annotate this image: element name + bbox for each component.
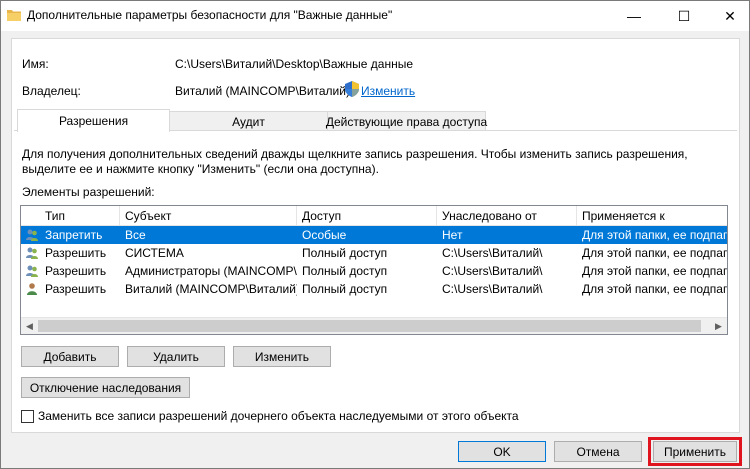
change-owner-link[interactable]: Изменить xyxy=(361,84,415,98)
table-row[interactable]: Разрешить Администраторы (MAINCOMP\... П… xyxy=(21,262,727,280)
grid-header: Тип Субъект Доступ Унаследовано от Приме… xyxy=(21,206,727,226)
cell-access: Полный доступ xyxy=(302,246,388,260)
add-button[interactable]: Добавить xyxy=(21,346,119,367)
cell-applies: Для этой папки, ее подпапок и файлов xyxy=(582,264,727,278)
tab-effective-access-label: Действующие права доступа xyxy=(325,114,488,129)
title-bar[interactable]: Дополнительные параметры безопасности дл… xyxy=(1,1,749,31)
folder-icon xyxy=(7,10,21,21)
window-title: Дополнительные параметры безопасности дл… xyxy=(27,8,393,22)
name-label: Имя: xyxy=(22,57,49,71)
users-icon xyxy=(26,265,38,277)
cell-type: Разрешить xyxy=(45,282,107,296)
cell-access: Особые xyxy=(302,228,347,242)
cell-access: Полный доступ xyxy=(302,264,388,278)
tab-permissions[interactable]: Разрешения xyxy=(17,109,170,132)
scroll-right-icon[interactable]: ▶ xyxy=(710,318,727,334)
minimize-icon: — xyxy=(627,8,641,24)
table-row[interactable]: Разрешить Виталий (MAINCOMP\Виталий) Пол… xyxy=(21,280,727,298)
security-dialog: Дополнительные параметры безопасности дл… xyxy=(0,0,750,469)
cell-type: Разрешить xyxy=(45,264,107,278)
cell-type: Разрешить xyxy=(45,246,107,260)
table-row[interactable]: Запретить Все Особые Нет Для этой папки,… xyxy=(21,226,727,244)
owner-value: Виталий (MAINCOMP\Виталий) xyxy=(175,84,350,98)
cell-applies: Для этой папки, ее подпапок и файлов xyxy=(582,282,727,296)
tab-effective-access[interactable]: Действующие права доступа xyxy=(325,111,488,131)
close-icon: ✕ xyxy=(724,7,736,24)
scrollbar-thumb[interactable] xyxy=(38,320,701,332)
users-icon xyxy=(26,229,38,241)
column-access[interactable]: Доступ xyxy=(297,206,437,226)
replace-permissions-label: Заменить все записи разрешений дочернего… xyxy=(38,409,519,423)
entries-label: Элементы разрешений: xyxy=(22,185,155,199)
cell-subject: СИСТЕМА xyxy=(125,246,184,260)
tab-permissions-label: Разрешения xyxy=(58,114,129,128)
permissions-grid[interactable]: Тип Субъект Доступ Унаследовано от Приме… xyxy=(20,205,728,335)
column-inherited[interactable]: Унаследовано от xyxy=(437,206,577,226)
scroll-left-icon[interactable]: ◀ xyxy=(21,318,38,334)
ok-button[interactable]: OK xyxy=(458,441,546,462)
cell-subject: Администраторы (MAINCOMP\... xyxy=(125,264,297,278)
cell-inherited: Нет xyxy=(442,228,463,242)
tab-audit[interactable]: Аудит xyxy=(169,111,328,131)
cell-type: Запретить xyxy=(45,228,103,242)
panel-description: Для получения дополнительных сведений дв… xyxy=(22,147,688,176)
maximize-button[interactable]: ☐ xyxy=(661,1,707,31)
cell-applies: Для этой папки, ее подпапок и файлов xyxy=(582,228,727,242)
cell-inherited: C:\Users\Виталий\ xyxy=(442,264,543,278)
remove-button[interactable]: Удалить xyxy=(127,346,225,367)
cell-applies: Для этой папки, ее подпапок и файлов xyxy=(582,246,727,260)
apply-highlight-frame xyxy=(648,437,742,466)
shield-icon xyxy=(345,81,359,97)
owner-label: Владелец: xyxy=(22,84,81,98)
cell-access: Полный доступ xyxy=(302,282,388,296)
user-icon xyxy=(27,283,37,295)
disable-inheritance-button[interactable]: Отключение наследования xyxy=(21,377,190,398)
close-button[interactable]: ✕ xyxy=(707,1,750,31)
name-value: C:\Users\Виталий\Desktop\Важные данные xyxy=(175,57,414,71)
cell-subject: Виталий (MAINCOMP\Виталий) xyxy=(125,282,297,296)
cell-subject: Все xyxy=(125,228,146,242)
minimize-button[interactable]: — xyxy=(611,1,657,31)
column-type[interactable]: Тип xyxy=(40,206,120,226)
table-row[interactable]: Разрешить СИСТЕМА Полный доступ C:\Users… xyxy=(21,244,727,262)
edit-button[interactable]: Изменить xyxy=(233,346,331,367)
tab-audit-label: Аудит xyxy=(232,114,265,129)
cancel-button[interactable]: Отмена xyxy=(554,441,642,462)
replace-permissions-checkbox[interactable] xyxy=(21,410,34,423)
maximize-icon: ☐ xyxy=(677,7,691,24)
horizontal-scrollbar[interactable]: ◀ ▶ xyxy=(21,317,727,334)
column-subject[interactable]: Субъект xyxy=(120,206,297,226)
cell-inherited: C:\Users\Виталий\ xyxy=(442,282,543,296)
column-applies[interactable]: Применяется к xyxy=(577,206,727,226)
cell-inherited: C:\Users\Виталий\ xyxy=(442,246,543,260)
dialog-content: Имя: C:\Users\Виталий\Desktop\Важные дан… xyxy=(11,38,740,433)
users-icon xyxy=(26,247,38,259)
